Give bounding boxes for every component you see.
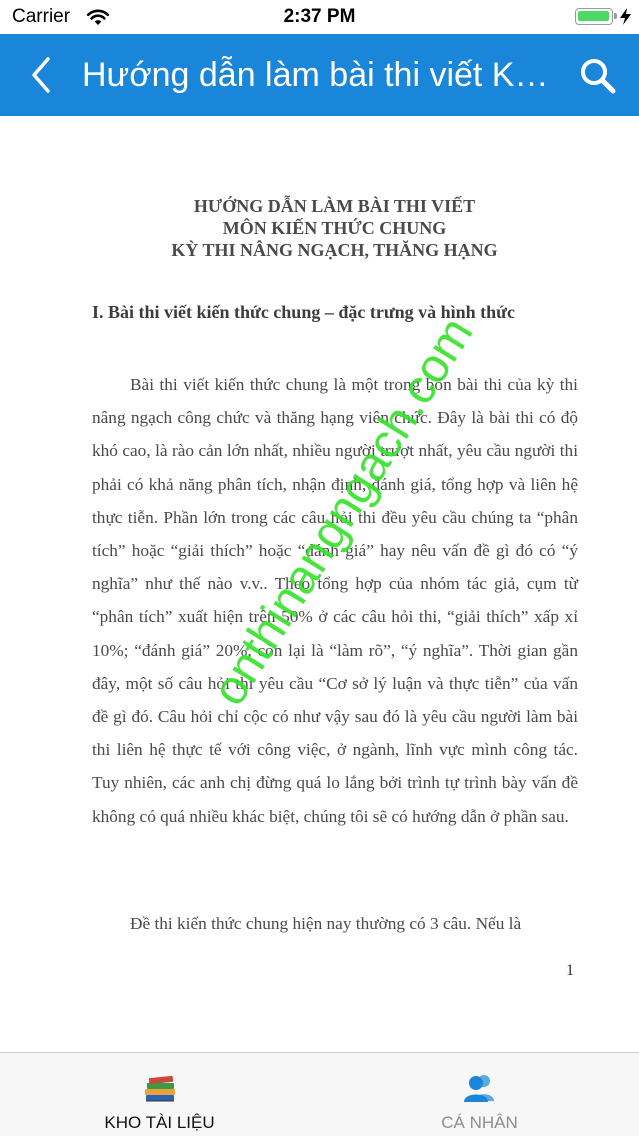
battery-level [578,11,609,21]
document-title-line-2: MÔN KIẾN THỨC CHUNG [222,218,447,238]
search-icon [581,59,616,94]
section-heading: I. Bài thi viết kiến thức chung – đặc tr… [92,302,515,322]
body-paragraph-2: Đề thi kiến thức chung hiện nay thường c… [130,914,522,933]
battery-cap [614,13,617,19]
charging-bolt-icon [620,8,631,30]
tab-label: KHO TÀI LIỆU [104,1113,215,1132]
tab-bar: KHO TÀI LIỆU CÁ NHÂN [0,1052,639,1136]
page-number: 1 [566,962,574,979]
body-paragraph-1: Bài thi viết kiến thức chung là một tron… [92,375,578,826]
page-title: Hướng dẫn làm bài thi viết Kiến thức chu… [82,56,552,94]
status-bar: Carrier 2:37 PM [0,0,639,34]
users-icon [462,1073,498,1108]
document-viewer[interactable]: HƯỚNG DẪN LÀM BÀI THI VIẾT MÔN KIẾN THỨC… [0,116,639,1052]
clock-time: 2:37 PM [283,6,356,27]
search-button[interactable] [578,56,618,96]
battery-icon [575,8,617,25]
tab-label: CÁ NHÂN [441,1113,518,1132]
tab-kho-tai-lieu[interactable]: KHO TÀI LIỆU [0,1053,319,1137]
document-title-line-3: KỲ THI NÂNG NGẠCH, THĂNG HẠNG [171,240,498,260]
document-title-line-1: HƯỚNG DẪN LÀM BÀI THI VIẾT [193,196,476,216]
tab-ca-nhan[interactable]: CÁ NHÂN [320,1053,639,1137]
chevron-left-icon [32,57,50,93]
navigation-bar: Hướng dẫn làm bài thi viết Kiến thức chu… [0,34,639,116]
back-button[interactable] [26,54,60,96]
books-icon [140,1073,180,1110]
